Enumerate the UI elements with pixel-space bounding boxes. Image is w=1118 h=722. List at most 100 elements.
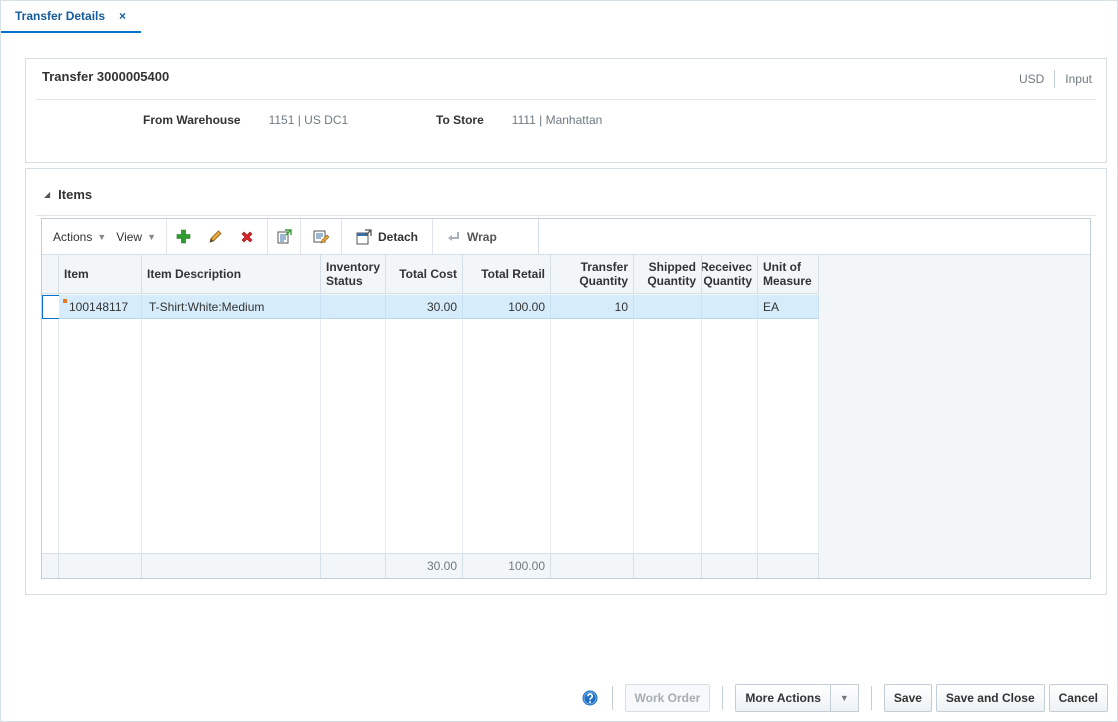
grid-body (321, 319, 386, 553)
mode-label: Input (1065, 72, 1092, 86)
currency-label: USD (1018, 72, 1045, 86)
view-menu[interactable]: View ▼ (116, 230, 166, 244)
cell-transfer-quantity[interactable]: 10 (551, 295, 634, 319)
grid-body (386, 319, 463, 553)
row-selector[interactable] (42, 295, 59, 319)
cell-total-cost[interactable]: 30.00 (386, 295, 463, 319)
totals-cell (321, 553, 386, 578)
cell-total-retail[interactable]: 100.00 (463, 295, 551, 319)
totals-cell (551, 553, 634, 578)
column-header-label: Receivec (702, 260, 752, 274)
cancel-button[interactable]: Cancel (1048, 684, 1108, 712)
items-toolbar: Actions ▼ View ▼ Detach Wrap (42, 219, 539, 254)
chevron-down-icon: ▼ (147, 231, 156, 242)
page-title: Transfer 3000005400 (42, 69, 170, 84)
wrap-label: Wrap (467, 229, 497, 244)
view-menu-label: View (116, 229, 143, 244)
column-header-label: Quantity (647, 274, 696, 288)
items-grid: Item Item Description Inventory Status To… (42, 254, 1090, 578)
from-warehouse-value: 1151 | US DC1 (268, 113, 349, 127)
detach-icon (356, 228, 372, 244)
divider (36, 99, 1096, 100)
from-warehouse-field: From Warehouse 1151 | US DC1 (143, 113, 348, 127)
column-header-label: Status (326, 274, 363, 288)
to-store-value: 1111 | Manhattan (511, 113, 603, 127)
cell-inventory-status[interactable] (321, 295, 386, 319)
items-section-toggle[interactable]: ◢ Items (44, 187, 92, 202)
detach-button[interactable]: Detach (342, 219, 432, 254)
add-icon[interactable] (167, 219, 199, 254)
column-header-item[interactable]: Item (59, 255, 142, 294)
page-actions-bar: Work Order More Actions ▼ Save Save and … (582, 683, 1117, 713)
cell-received-quantity[interactable] (702, 295, 758, 319)
column-header-total-cost[interactable]: Total Cost (386, 255, 463, 294)
total-retail-sum: 100.00 (463, 553, 551, 578)
column-header-label: Item (64, 267, 89, 281)
save-and-close-button[interactable]: Save and Close (935, 684, 1045, 712)
grid-body (42, 319, 59, 553)
column-header-label: Unit of (763, 260, 801, 274)
save-button[interactable]: Save (883, 684, 932, 712)
row-header-column (42, 255, 59, 294)
column-header-received-quantity[interactable]: Receivec Quantity (702, 255, 758, 294)
edit-range-icon[interactable] (301, 219, 341, 254)
cell-item[interactable]: 100148117 (64, 295, 142, 319)
wrap-icon (448, 231, 460, 241)
delete-icon[interactable] (231, 219, 263, 254)
column-header-label: Quantity (703, 274, 752, 288)
chevron-down-icon[interactable]: ▼ (830, 684, 859, 712)
wrap-button[interactable]: Wrap (433, 219, 511, 254)
column-header-unit-of-measure[interactable]: Unit of Measure (758, 255, 819, 294)
transfer-header-panel: Transfer 3000005400 USD Input From Wareh… (25, 58, 1107, 163)
grid-body (702, 319, 758, 553)
totals-cell (142, 553, 321, 578)
totals-cell (702, 553, 758, 578)
column-header-label: Transfer (580, 260, 628, 274)
totals-cell (59, 553, 142, 578)
to-store-label: To Store (436, 113, 484, 127)
page-content: Transfer 3000005400 USD Input From Wareh… (0, 33, 1118, 722)
cell-unit-of-measure[interactable]: EA (758, 295, 819, 319)
column-header-label: Shipped (648, 260, 696, 274)
cell-item-description[interactable]: T-Shirt:White:Medium (142, 295, 321, 319)
column-header-label: Total Retail (481, 267, 545, 281)
totals-cell (758, 553, 819, 578)
items-panel: ◢ Items Actions ▼ View ▼ Detach Wrap Ite… (25, 168, 1107, 595)
work-order-button[interactable]: Work Order (624, 684, 711, 712)
column-header-label: Measure (763, 274, 812, 288)
more-actions-menu[interactable]: More Actions ▼ (735, 684, 859, 712)
column-header-label: Item Description (147, 267, 242, 281)
column-header-label: Inventory (326, 260, 381, 274)
help-icon[interactable] (582, 690, 598, 706)
column-header-label: Quantity (579, 274, 628, 288)
column-header-inventory-status[interactable]: Inventory Status (321, 255, 386, 294)
column-header-shipped-quantity[interactable]: Shipped Quantity (634, 255, 702, 294)
more-actions-button[interactable]: More Actions (735, 684, 831, 712)
cell-shipped-quantity[interactable] (634, 295, 702, 319)
actions-menu-label: Actions (53, 229, 93, 244)
column-header-item-description[interactable]: Item Description (142, 255, 321, 294)
divider (36, 215, 1096, 216)
edit-icon[interactable] (199, 219, 231, 254)
collapse-triangle-icon[interactable]: ◢ (44, 190, 50, 199)
from-warehouse-label: From Warehouse (143, 113, 241, 127)
export-icon[interactable] (268, 219, 300, 254)
to-store-field: To Store 1111 | Manhattan (436, 113, 602, 127)
column-header-total-retail[interactable]: Total Retail (463, 255, 551, 294)
grid-body (551, 319, 634, 553)
detach-label: Detach (378, 229, 419, 244)
tab-transfer-details[interactable]: Transfer Details × (1, 1, 141, 34)
tab-label[interactable]: Transfer Details (15, 9, 105, 23)
actions-menu[interactable]: Actions ▼ (42, 230, 116, 244)
column-header-transfer-quantity[interactable]: Transfer Quantity (551, 255, 634, 294)
divider (722, 686, 724, 710)
totals-cell (42, 553, 59, 578)
total-cost-sum: 30.00 (386, 553, 463, 578)
items-table: Actions ▼ View ▼ Detach Wrap Item Item D… (41, 218, 1091, 579)
grid-body (463, 319, 551, 553)
totals-cell (634, 553, 702, 578)
items-section-title: Items (58, 187, 93, 202)
grid-body (59, 319, 142, 553)
close-tab-icon[interactable]: × (119, 9, 126, 23)
divider (870, 686, 872, 710)
